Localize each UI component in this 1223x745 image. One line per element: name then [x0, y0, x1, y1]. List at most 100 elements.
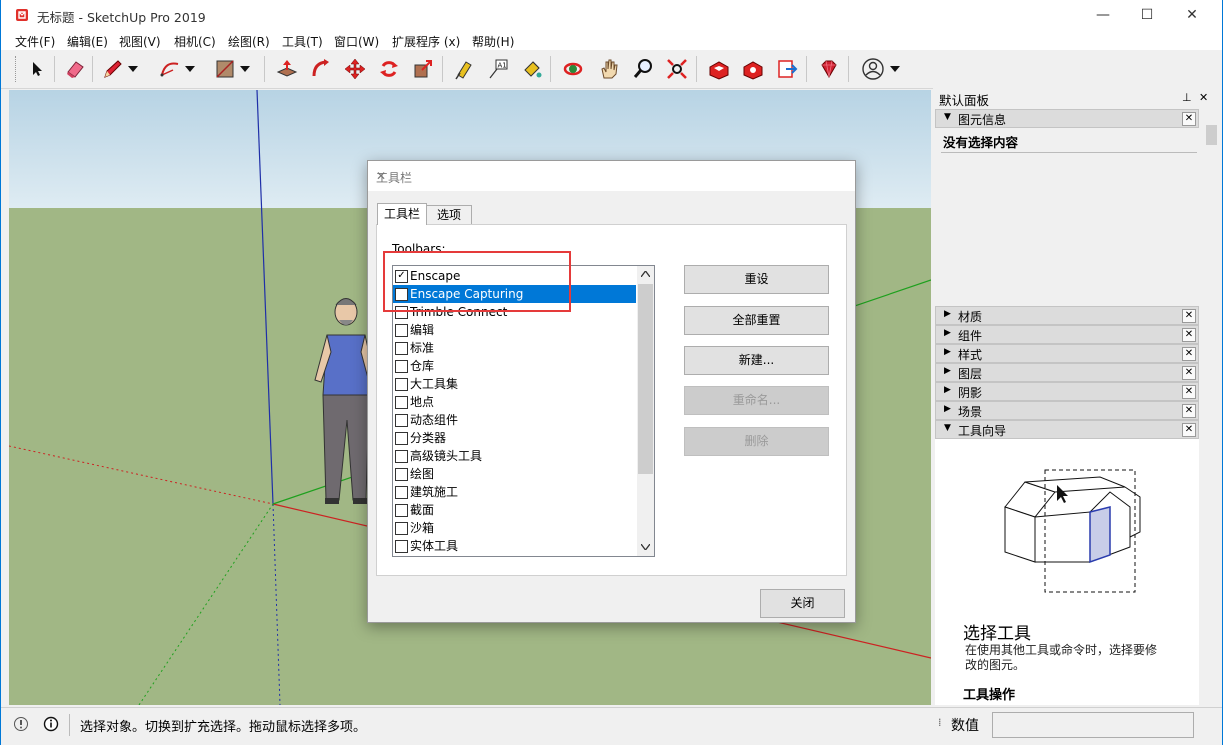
rectangle-icon[interactable] — [211, 55, 239, 83]
listbox-scrollbar[interactable] — [637, 266, 654, 556]
list-item[interactable]: 大工具集 — [393, 375, 636, 393]
zoom-extents-icon[interactable] — [663, 55, 691, 83]
reset-all-button[interactable]: 全部重置 — [684, 306, 829, 335]
list-item[interactable]: 地点 — [393, 393, 636, 411]
checkbox[interactable] — [395, 522, 408, 535]
select-icon[interactable] — [23, 55, 51, 83]
move-icon[interactable] — [341, 55, 369, 83]
list-item[interactable]: 高级镜头工具 — [393, 447, 636, 465]
section-close-icon[interactable]: ✕ — [1182, 328, 1196, 342]
list-item[interactable]: 仓库 — [393, 357, 636, 375]
section-layers[interactable]: ▶ 图层 ✕ — [935, 363, 1199, 382]
section-instructor[interactable]: ▼ 工具向导 ✕ — [935, 420, 1199, 439]
scroll-down-icon[interactable] — [641, 544, 650, 550]
rotate-icon[interactable] — [375, 55, 403, 83]
ruby-icon[interactable] — [815, 55, 843, 83]
rename-button[interactable]: 重命名... — [684, 386, 829, 415]
menu-window[interactable]: 窗口(W) — [334, 33, 379, 50]
paint-icon[interactable] — [518, 55, 546, 83]
section-close-icon[interactable]: ✕ — [1182, 309, 1196, 323]
shape-dropdown-icon[interactable] — [237, 55, 253, 83]
account-dropdown-icon[interactable] — [887, 55, 903, 83]
list-item[interactable]: 绘图 — [393, 465, 636, 483]
checkbox[interactable] — [395, 378, 408, 391]
section-close-icon[interactable]: ✕ — [1182, 385, 1196, 399]
pencil-dropdown-icon[interactable] — [125, 55, 141, 83]
section-close-icon[interactable]: ✕ — [1182, 404, 1196, 418]
checkbox[interactable] — [395, 414, 408, 427]
arc-dropdown-icon[interactable] — [182, 55, 198, 83]
section-close-icon[interactable]: ✕ — [1182, 347, 1196, 361]
pencil-icon[interactable] — [99, 55, 127, 83]
section-close-icon[interactable]: ✕ — [1182, 366, 1196, 380]
scroll-up-icon[interactable] — [641, 271, 650, 277]
section-scenes[interactable]: ▶ 场景 ✕ — [935, 401, 1199, 420]
list-item[interactable]: 建筑施工 — [393, 483, 636, 501]
menu-camera[interactable]: 相机(C) — [174, 33, 216, 50]
account-icon[interactable] — [859, 55, 887, 83]
maximize-button[interactable]: ☐ — [1124, 0, 1170, 30]
scale-icon[interactable] — [409, 55, 437, 83]
section-entity-info[interactable]: ▼ 图元信息 ✕ — [935, 109, 1199, 128]
minimize-button[interactable]: — — [1080, 0, 1126, 30]
menu-help[interactable]: 帮助(H) — [472, 33, 514, 50]
menu-tools[interactable]: 工具(T) — [282, 33, 323, 50]
layout-icon[interactable] — [773, 55, 801, 83]
tray-close-icon[interactable]: ✕ — [1199, 91, 1208, 104]
tab-options[interactable]: 选项 — [426, 205, 472, 224]
pan-icon[interactable] — [595, 55, 623, 83]
info-icon[interactable] — [43, 716, 59, 732]
pushpull-icon[interactable] — [273, 55, 301, 83]
eraser-icon[interactable] — [61, 55, 89, 83]
dialog-close-icon[interactable]: ✕ — [376, 169, 847, 183]
list-item[interactable]: 沙箱 — [393, 519, 636, 537]
list-item[interactable]: 标准 — [393, 339, 636, 357]
tray-scrollbar[interactable] — [1204, 125, 1219, 705]
followme-icon[interactable] — [307, 55, 335, 83]
checkbox[interactable] — [395, 396, 408, 409]
warehouse-icon[interactable] — [705, 55, 733, 83]
section-close-icon[interactable]: ✕ — [1182, 423, 1196, 437]
extension-warehouse-icon[interactable] — [739, 55, 767, 83]
tape-icon[interactable] — [450, 55, 478, 83]
new-toolbar-button[interactable]: 新建... — [684, 346, 829, 375]
checkbox[interactable] — [395, 486, 408, 499]
section-styles[interactable]: ▶ 样式 ✕ — [935, 344, 1199, 363]
menu-view[interactable]: 视图(V) — [119, 33, 161, 50]
toolbar-grip[interactable] — [15, 56, 19, 82]
menu-extensions[interactable]: 扩展程序 (x) — [392, 33, 460, 50]
tab-toolbars[interactable]: 工具栏 — [377, 203, 427, 225]
checkbox[interactable] — [395, 504, 408, 517]
menu-draw[interactable]: 绘图(R) — [228, 33, 270, 50]
delete-button[interactable]: 删除 — [684, 427, 829, 456]
tray-scroll-thumb[interactable] — [1206, 125, 1217, 145]
measurements-input[interactable] — [992, 712, 1194, 738]
section-materials[interactable]: ▶ 材质 ✕ — [935, 306, 1199, 325]
section-close-icon[interactable]: ✕ — [1182, 112, 1196, 126]
reset-button[interactable]: 重设 — [684, 265, 829, 294]
section-components[interactable]: ▶ 组件 ✕ — [935, 325, 1199, 344]
list-item[interactable]: 编辑 — [393, 321, 636, 339]
listbox-scroll-thumb[interactable] — [638, 284, 653, 474]
checkbox[interactable] — [395, 450, 408, 463]
pin-icon[interactable]: ⊥ — [1182, 91, 1192, 104]
dialog-close-button[interactable]: 关闭 — [760, 589, 845, 618]
menu-edit[interactable]: 编辑(E) — [67, 33, 108, 50]
orbit-icon[interactable] — [559, 55, 587, 83]
zoom-icon[interactable] — [629, 55, 657, 83]
section-shadows[interactable]: ▶ 阴影 ✕ — [935, 382, 1199, 401]
list-item[interactable]: 实体工具 — [393, 537, 636, 555]
list-item[interactable]: 截面 — [393, 501, 636, 519]
checkbox[interactable] — [395, 324, 408, 337]
list-item[interactable]: 动态组件 — [393, 411, 636, 429]
list-item[interactable]: 分类器 — [393, 429, 636, 447]
geolocation-icon[interactable] — [13, 716, 29, 732]
checkbox[interactable] — [395, 540, 408, 553]
checkbox[interactable] — [395, 342, 408, 355]
text-icon[interactable]: A1 — [484, 55, 512, 83]
menu-file[interactable]: 文件(F) — [15, 33, 55, 50]
arc-icon[interactable] — [156, 55, 184, 83]
close-button[interactable]: ✕ — [1169, 0, 1215, 30]
checkbox[interactable] — [395, 468, 408, 481]
checkbox[interactable] — [395, 432, 408, 445]
